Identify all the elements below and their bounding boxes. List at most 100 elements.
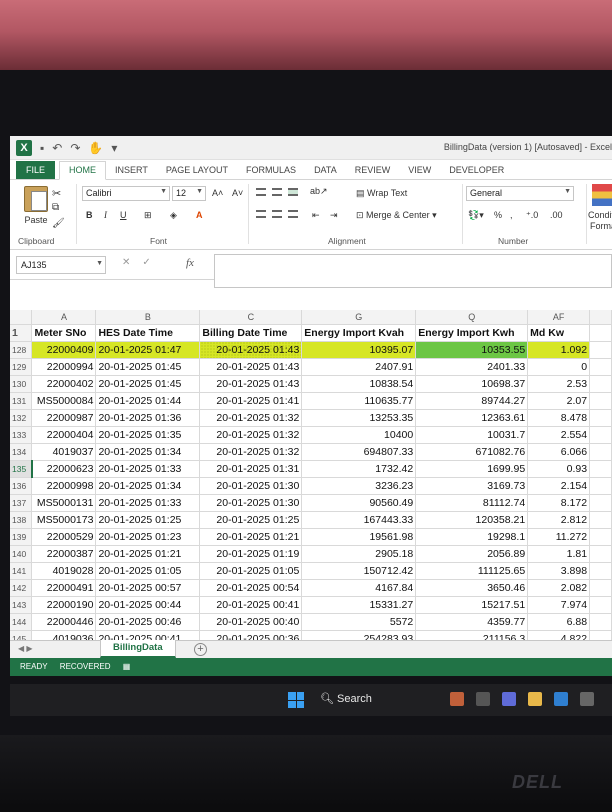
tab-developer[interactable]: DEVELOPER: [440, 165, 513, 179]
column-header-af[interactable]: AF: [527, 310, 591, 325]
table-cell[interactable]: 20-01-2025 00:57: [95, 579, 201, 597]
table-cell[interactable]: 20-01-2025 01:30: [199, 477, 303, 495]
table-cell[interactable]: 2.082: [527, 579, 591, 597]
table-cell[interactable]: 4167.84: [301, 579, 417, 597]
empty-cell[interactable]: [589, 341, 612, 359]
table-cell[interactable]: 11.272: [527, 528, 591, 546]
row-header[interactable]: 137: [10, 494, 33, 512]
table-cell[interactable]: 90560.49: [301, 494, 417, 512]
table-cell[interactable]: 20-01-2025 00:44: [95, 596, 201, 614]
name-box[interactable]: AJ135 ▼: [16, 256, 106, 274]
table-cell[interactable]: 2.53: [527, 375, 591, 393]
row-header[interactable]: 134: [10, 443, 33, 461]
table-cell[interactable]: 20-01-2025 01:43: [199, 341, 303, 359]
table-cell[interactable]: 8.478: [527, 409, 591, 427]
table-cell[interactable]: 15217.51: [415, 596, 529, 614]
copy-icon[interactable]: ⧉: [52, 202, 59, 213]
align-top-icon[interactable]: [256, 188, 266, 198]
table-cell[interactable]: 2407.91: [301, 358, 417, 376]
table-cell[interactable]: 20-01-2025 01:47: [95, 341, 201, 359]
table-cell[interactable]: 13253.35: [301, 409, 417, 427]
table-cell[interactable]: 6.88: [527, 613, 591, 631]
table-cell[interactable]: 20-01-2025 01:21: [199, 528, 303, 546]
table-cell[interactable]: 2.554: [527, 426, 591, 444]
table-cell[interactable]: 20-01-2025 01:25: [95, 511, 201, 529]
empty-cell[interactable]: [589, 494, 612, 512]
table-cell[interactable]: 3.898: [527, 562, 591, 580]
column-header-q[interactable]: Q: [415, 310, 529, 325]
decrease-indent-icon[interactable]: ⇤: [312, 210, 320, 221]
table-cell[interactable]: 2056.89: [415, 545, 529, 563]
table-cell[interactable]: 10353.55: [415, 341, 529, 359]
header-cell[interactable]: Meter SNo: [31, 324, 97, 342]
table-cell[interactable]: 110635.77: [301, 392, 417, 410]
table-cell[interactable]: 20-01-2025 01:19: [199, 545, 303, 563]
tab-formulas[interactable]: FORMULAS: [237, 165, 305, 179]
column-header-a[interactable]: A: [31, 310, 97, 325]
table-cell[interactable]: 20-01-2025 01:32: [199, 409, 303, 427]
empty-cell[interactable]: [589, 545, 612, 563]
column-header-g[interactable]: G: [301, 310, 417, 325]
table-cell[interactable]: 10698.37: [415, 375, 529, 393]
row-header[interactable]: 132: [10, 409, 33, 427]
empty-cell[interactable]: [589, 409, 612, 427]
table-cell[interactable]: 8.172: [527, 494, 591, 512]
table-cell[interactable]: 15331.27: [301, 596, 417, 614]
store-icon[interactable]: [580, 692, 594, 706]
table-cell[interactable]: 19298.1: [415, 528, 529, 546]
tab-home[interactable]: HOME: [59, 161, 107, 180]
row-header[interactable]: 129: [10, 358, 33, 376]
row-header[interactable]: 133: [10, 426, 33, 444]
tab-view[interactable]: VIEW: [399, 165, 440, 179]
header-cell[interactable]: HES Date Time: [95, 324, 201, 342]
column-header-b[interactable]: B: [95, 310, 201, 325]
sheet-tab-billingdata[interactable]: BillingData: [100, 640, 176, 658]
borders-icon[interactable]: ⊞: [144, 210, 152, 221]
tab-page-layout[interactable]: PAGE LAYOUT: [157, 165, 237, 179]
table-cell[interactable]: 20-01-2025 01:32: [199, 426, 303, 444]
decrease-font-icon[interactable]: A˅: [232, 188, 243, 198]
table-cell[interactable]: 22000998: [31, 477, 97, 495]
empty-cell[interactable]: [589, 375, 612, 393]
table-cell[interactable]: 20-01-2025 01:31: [199, 460, 303, 478]
increase-decimal-icon[interactable]: ⁺.0: [526, 210, 538, 221]
table-cell[interactable]: 20-01-2025 01:45: [95, 358, 201, 376]
orientation-icon[interactable]: ab↗: [310, 186, 328, 197]
font-size-select[interactable]: 12 ▼: [172, 186, 206, 201]
table-cell[interactable]: 5572: [301, 613, 417, 631]
table-cell[interactable]: MS5000084: [31, 392, 97, 410]
row-header[interactable]: 135: [10, 460, 33, 478]
table-cell[interactable]: 20-01-2025 01:21: [95, 545, 201, 563]
table-cell[interactable]: MS5000131: [31, 494, 97, 512]
formula-input[interactable]: [214, 254, 612, 288]
comma-style-icon[interactable]: ,: [510, 210, 513, 220]
empty-cell[interactable]: [589, 562, 612, 580]
increase-indent-icon[interactable]: ⇥: [330, 210, 338, 221]
row-header[interactable]: 143: [10, 596, 33, 614]
cut-icon[interactable]: ✂: [52, 187, 61, 200]
row-header[interactable]: 128: [10, 341, 33, 359]
header-cell[interactable]: Energy Import Kvah: [301, 324, 417, 342]
row-header[interactable]: 141: [10, 562, 33, 580]
table-cell[interactable]: 1.81: [527, 545, 591, 563]
select-all-corner[interactable]: [10, 310, 33, 325]
table-cell[interactable]: 22000402: [31, 375, 97, 393]
touch-mode-icon[interactable]: ✋: [88, 141, 103, 155]
browser-icon[interactable]: [554, 692, 568, 706]
font-color-icon[interactable]: A: [196, 210, 203, 220]
file-explorer-icon[interactable]: [528, 692, 542, 706]
decrease-decimal-icon[interactable]: .00: [550, 210, 563, 220]
bold-button[interactable]: B: [86, 210, 93, 220]
conditional-formatting-icon[interactable]: [592, 184, 612, 206]
table-cell[interactable]: 1699.95: [415, 460, 529, 478]
table-cell[interactable]: 22000491: [31, 579, 97, 597]
windows-start-icon[interactable]: [288, 692, 304, 708]
table-cell[interactable]: 20-01-2025 01:05: [199, 562, 303, 580]
percent-icon[interactable]: %: [494, 210, 502, 220]
header-cell[interactable]: Billing Date Time: [199, 324, 303, 342]
table-cell[interactable]: 20-01-2025 01:44: [95, 392, 201, 410]
empty-cell[interactable]: [589, 613, 612, 631]
table-cell[interactable]: 671082.76: [415, 443, 529, 461]
table-cell[interactable]: MS5000173: [31, 511, 97, 529]
redo-icon[interactable]: ↷: [70, 141, 80, 155]
